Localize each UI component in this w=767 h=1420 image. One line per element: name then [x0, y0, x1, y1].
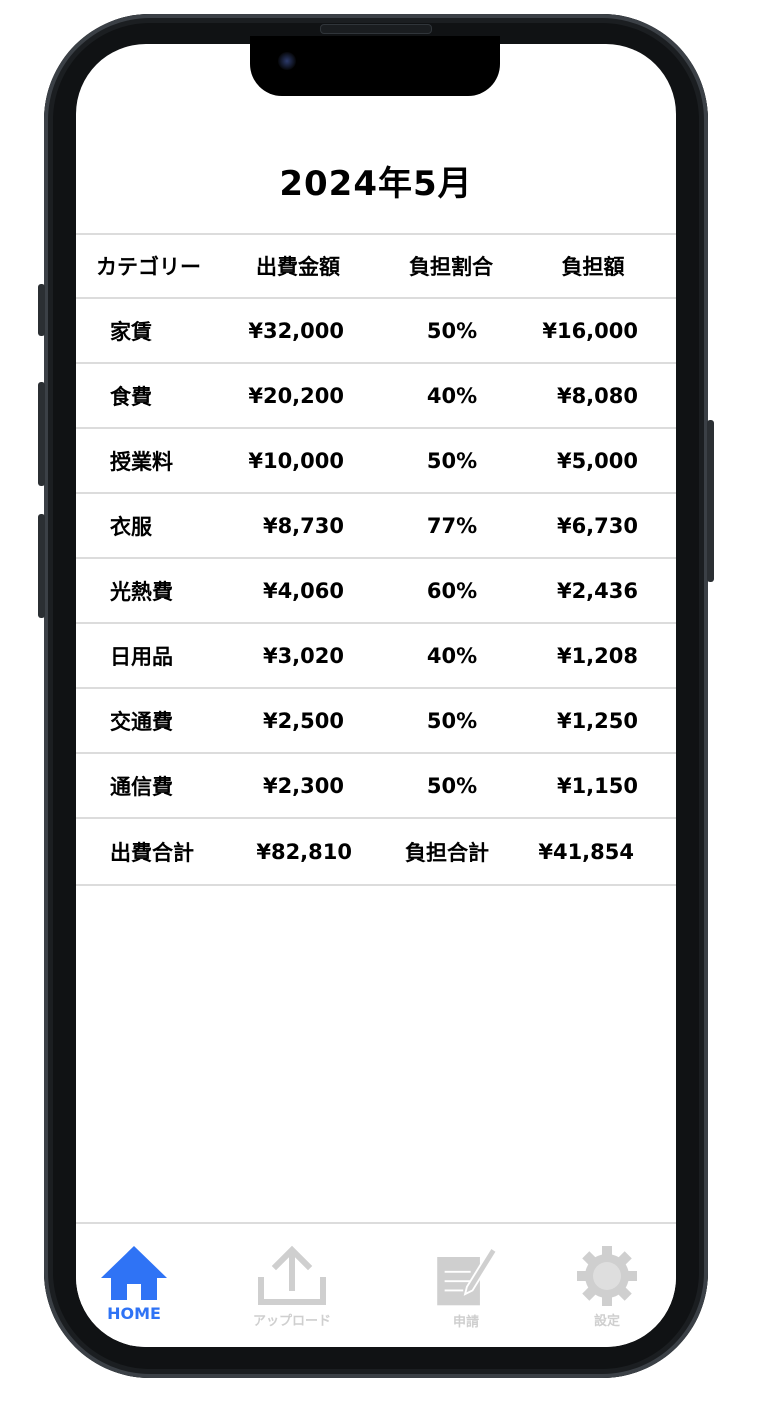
tab-application[interactable]: 申請 [406, 1244, 526, 1330]
expense-cell: ¥2,300 [262, 773, 344, 798]
table-row[interactable]: 通信費 ¥2,300 50% ¥1,150 [76, 754, 676, 819]
category-cell: 通信費 [110, 774, 173, 799]
volume-up-button [38, 382, 45, 486]
table-row[interactable]: 日用品 ¥3,020 40% ¥1,208 [76, 624, 676, 689]
home-icon [101, 1246, 167, 1300]
expense-cell: ¥20,200 [248, 383, 344, 408]
tab-settings-label: 設定 [593, 1314, 620, 1329]
category-cell: 授業料 [110, 449, 173, 474]
page-title: 2024年5月 [279, 164, 473, 204]
expense-cell: ¥32,000 [248, 318, 344, 343]
tab-home-label: HOME [107, 1304, 161, 1323]
ratio-cell: 40% [426, 643, 478, 668]
share-cell: ¥1,208 [556, 643, 638, 668]
category-cell: 交通費 [110, 709, 173, 734]
share-cell: ¥6,730 [556, 513, 638, 538]
expense-cell: ¥4,060 [262, 578, 344, 603]
tab-bar: HOME アップロード 申請 設定 [76, 1222, 676, 1347]
share-cell: ¥1,150 [556, 773, 638, 798]
expense-table: カテゴリー 出費金額 負担割合 負担額 家賃 ¥32,000 50% ¥16,0… [76, 233, 676, 886]
category-cell: 日用品 [110, 644, 173, 669]
ratio-cell: 50% [426, 773, 478, 798]
earpiece-speaker [320, 24, 432, 34]
share-total-label: 負担合計 [405, 840, 489, 865]
document-edit-icon [437, 1246, 498, 1306]
tab-upload-label: アップロード [252, 1314, 331, 1329]
table-row[interactable]: 光熱費 ¥4,060 60% ¥2,436 [76, 559, 676, 624]
table-row[interactable]: 衣服 ¥8,730 77% ¥6,730 [76, 494, 676, 559]
share-total-value: ¥41,854 [538, 839, 634, 864]
category-cell: 家賃 [110, 319, 152, 344]
expense-cell: ¥8,730 [262, 513, 344, 538]
expense-total-value: ¥82,810 [256, 839, 352, 864]
share-cell: ¥8,080 [556, 383, 638, 408]
column-header-expense: 出費金額 [256, 255, 340, 279]
column-header-ratio: 負担割合 [409, 255, 493, 279]
category-cell: 食費 [110, 384, 152, 409]
expense-total-label: 出費合計 [110, 840, 194, 865]
gear-icon [577, 1246, 637, 1306]
ratio-cell: 50% [426, 448, 478, 473]
share-cell: ¥16,000 [542, 318, 638, 343]
category-cell: 光熱費 [110, 579, 173, 604]
table-row[interactable]: 授業料 ¥10,000 50% ¥5,000 [76, 429, 676, 494]
tab-settings[interactable]: 設定 [547, 1244, 667, 1330]
table-row[interactable]: 交通費 ¥2,500 50% ¥1,250 [76, 689, 676, 754]
ratio-cell: 50% [426, 708, 478, 733]
expense-cell: ¥2,500 [262, 708, 344, 733]
table-total-row: 出費合計 ¥82,810 負担合計 ¥41,854 [76, 819, 676, 886]
table-row[interactable]: 食費 ¥20,200 40% ¥8,080 [76, 364, 676, 429]
share-cell: ¥1,250 [556, 708, 638, 733]
app-screen: 2024年5月 カテゴリー 出費金額 負担割合 負担額 家賃 ¥32,000 5… [76, 44, 676, 1347]
side-button [38, 284, 45, 336]
expense-cell: ¥3,020 [262, 643, 344, 668]
category-cell: 衣服 [110, 514, 152, 539]
power-button [707, 420, 714, 582]
table-header-row: カテゴリー 出費金額 負担割合 負担額 [76, 235, 676, 299]
volume-down-button [38, 514, 45, 618]
share-cell: ¥2,436 [556, 578, 638, 603]
ratio-cell: 60% [426, 578, 478, 603]
share-cell: ¥5,000 [556, 448, 638, 473]
ratio-cell: 77% [426, 513, 478, 538]
front-camera [278, 52, 296, 70]
ratio-cell: 50% [426, 318, 478, 343]
column-header-share: 負担額 [561, 255, 625, 279]
tab-upload[interactable]: アップロード [232, 1244, 352, 1330]
ratio-cell: 40% [426, 383, 478, 408]
table-row[interactable]: 家賃 ¥32,000 50% ¥16,000 [76, 299, 676, 364]
tab-home[interactable]: HOME [76, 1244, 194, 1330]
column-header-category: カテゴリー [96, 255, 201, 279]
expense-cell: ¥10,000 [248, 448, 344, 473]
tab-application-label: 申請 [452, 1315, 479, 1330]
upload-icon [258, 1245, 326, 1305]
